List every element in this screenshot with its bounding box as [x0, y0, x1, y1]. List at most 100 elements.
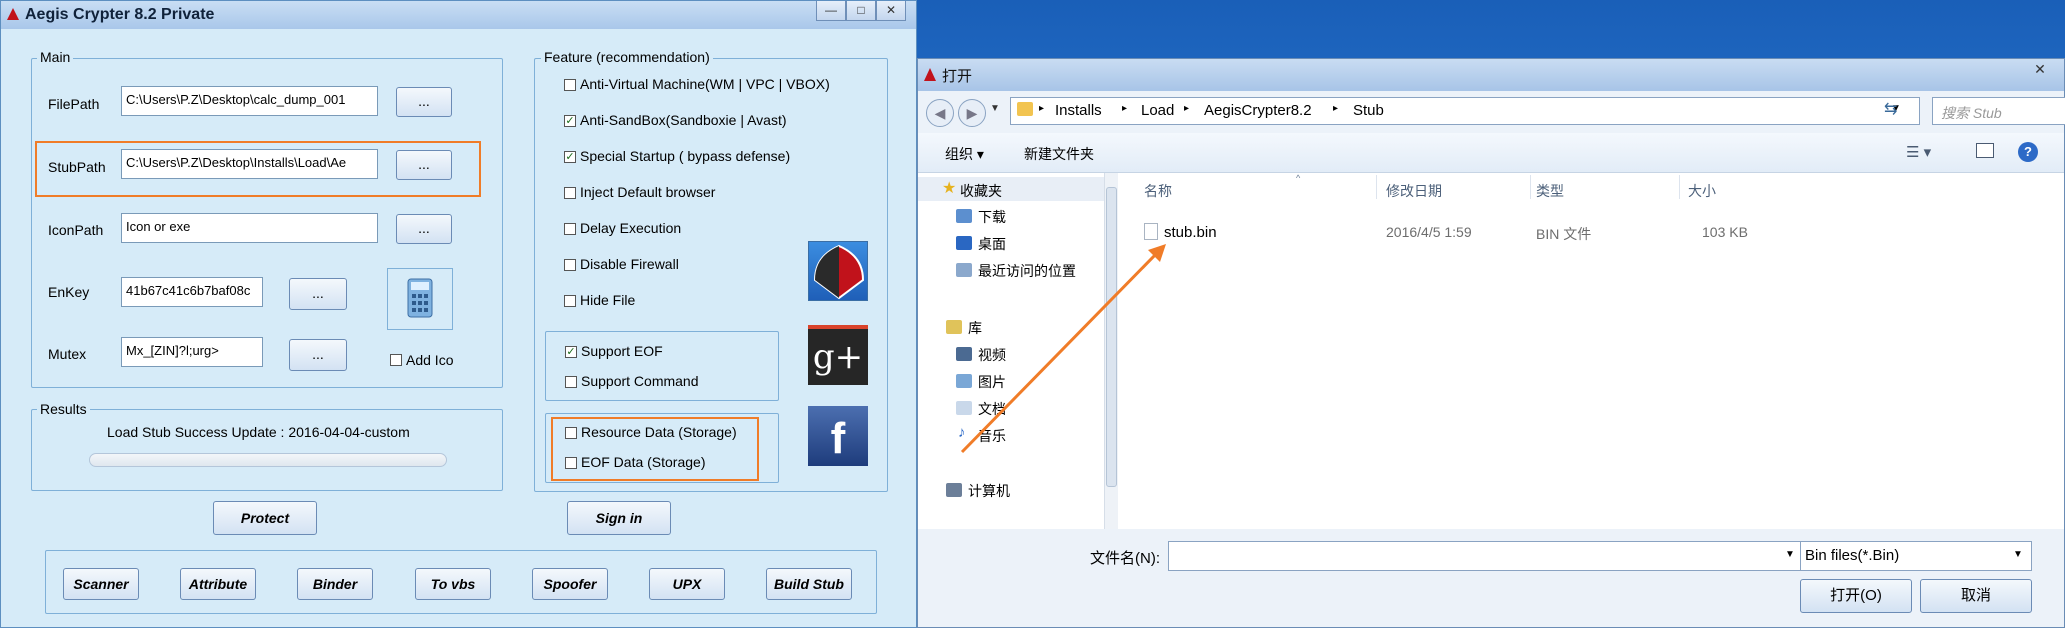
feature-label-anti-sandbox: Anti-SandBox(Sandboxie | Avast)	[580, 112, 787, 128]
to-vbs-button[interactable]: To vbs	[415, 568, 491, 600]
support-eof-checkbox[interactable]: ✓	[565, 346, 577, 358]
preview-pane-icon[interactable]	[1976, 143, 1994, 158]
stubpath-browse-button[interactable]: ...	[396, 150, 452, 180]
breadcrumb-installs[interactable]: Installs	[1055, 102, 1102, 119]
feature-checkbox-anti-sandbox[interactable]: ✓	[564, 115, 576, 127]
google-plus-icon[interactable]: g+	[808, 325, 868, 385]
minimize-button[interactable]: —	[816, 1, 846, 21]
aegis-shield-logo	[808, 241, 868, 301]
cancel-button[interactable]: 取消	[1920, 579, 2032, 613]
file-row-date: 2016/4/5 1:59	[1386, 224, 1472, 240]
support-command-checkbox[interactable]	[565, 376, 577, 388]
help-icon[interactable]: ?	[2018, 142, 2038, 162]
enkey-generate-button[interactable]: ...	[289, 278, 347, 310]
feature-checkbox-delay-execution[interactable]	[564, 223, 576, 235]
filepath-input[interactable]: C:\Users\P.Z\Desktop\calc_dump_001	[121, 86, 378, 116]
dialog-footer: 文件名(N): ▼ Bin files(*.Bin) ▼ 打开(O) 取消	[918, 529, 2064, 627]
computer-icon	[946, 483, 962, 497]
breadcrumb-separator-icon: ▸	[1039, 103, 1045, 114]
attribute-button[interactable]: Attribute	[180, 568, 256, 600]
main-group-label: Main	[37, 49, 74, 65]
stubpath-input[interactable]: C:\Users\P.Z\Desktop\Installs\Load\Ae	[121, 149, 378, 179]
eof-data-checkbox[interactable]	[565, 457, 577, 469]
breadcrumb-separator-icon: ▸	[1122, 103, 1128, 114]
feature-label-inject-browser: Inject Default browser	[580, 184, 716, 200]
results-status-text: Load Stub Success Update : 2016-04-04-cu…	[107, 424, 410, 440]
close-button[interactable]: ✕	[876, 1, 906, 21]
dialog-toolbar: 组织 ▾ 新建文件夹 ☰ ▾ ?	[918, 133, 2064, 173]
file-type-dropdown-icon[interactable]: ▼	[2013, 549, 2023, 560]
back-arrow-icon[interactable]: ◀	[926, 99, 954, 127]
filename-dropdown-icon[interactable]: ▼	[1785, 549, 1795, 560]
file-row-size: 103 KB	[1702, 224, 1748, 240]
resource-data-checkbox[interactable]	[565, 427, 577, 439]
iconpath-label: IconPath	[48, 222, 104, 238]
eof-support-box	[545, 331, 779, 401]
feature-checkbox-special-startup[interactable]: ✓	[564, 151, 576, 163]
upx-button[interactable]: UPX	[649, 568, 725, 600]
aegis-logo-icon	[924, 68, 936, 81]
results-progress-bar	[89, 453, 447, 467]
aegis-window: Aegis Crypter 8.2 Private — □ ✕ Main Fil…	[0, 0, 917, 628]
nav-downloads[interactable]: 下载	[978, 207, 1006, 227]
feature-checkbox-inject-browser[interactable]	[564, 187, 576, 199]
feature-checkbox-hide-file[interactable]	[564, 295, 576, 307]
organize-button[interactable]: 组织 ▾	[945, 144, 984, 164]
column-date[interactable]: 修改日期	[1386, 181, 1442, 201]
folder-icon	[1017, 102, 1033, 116]
calculator-icon	[407, 278, 433, 318]
iconpath-browse-button[interactable]: ...	[396, 214, 452, 244]
search-input[interactable]: 搜索 Stub ⚲	[1932, 97, 2065, 125]
address-bar[interactable]: ▸ Installs ▸ Load ▸ AegisCrypter8.2 ▸ St…	[1010, 97, 1920, 125]
build-stub-button[interactable]: Build Stub	[766, 568, 852, 600]
history-dropdown-icon[interactable]: ▼	[990, 103, 1000, 114]
enkey-label: EnKey	[48, 284, 90, 300]
file-type-select[interactable]: Bin files(*.Bin) ▼	[1800, 541, 2032, 571]
column-divider	[1376, 175, 1377, 199]
sign-in-button[interactable]: Sign in	[567, 501, 671, 535]
calculator-button[interactable]	[387, 268, 453, 330]
binder-button[interactable]: Binder	[297, 568, 373, 600]
column-divider	[1679, 175, 1680, 199]
dialog-title: 打开	[942, 68, 973, 85]
feature-checkbox-disable-firewall[interactable]	[564, 259, 576, 271]
filename-label: 文件名(N):	[1090, 550, 1160, 567]
protect-button[interactable]: Protect	[213, 501, 317, 535]
breadcrumb-load[interactable]: Load	[1141, 102, 1174, 119]
open-button[interactable]: 打开(O)	[1800, 579, 1912, 613]
breadcrumb-stub[interactable]: Stub	[1353, 102, 1384, 119]
breadcrumb-separator-icon: ▸	[1184, 103, 1190, 114]
results-group-label: Results	[37, 401, 90, 417]
nav-favorites[interactable]: 收藏夹	[960, 181, 1002, 201]
breadcrumb-aegiscrypter[interactable]: AegisCrypter8.2	[1204, 102, 1312, 119]
facebook-icon[interactable]: f	[808, 406, 868, 466]
iconpath-input[interactable]: Icon or exe	[121, 213, 378, 243]
title-bar: Aegis Crypter 8.2 Private — □ ✕	[1, 1, 916, 29]
spoofer-button[interactable]: Spoofer	[532, 568, 608, 600]
column-name[interactable]: 名称	[1144, 181, 1172, 201]
add-ico-checkbox[interactable]	[390, 354, 402, 366]
enkey-input[interactable]: 41b67c41c6b7baf08c	[121, 277, 263, 307]
maximize-button[interactable]: □	[846, 1, 876, 21]
feature-label-special-startup: Special Startup ( bypass defense)	[580, 148, 791, 164]
star-icon: ★	[942, 180, 957, 197]
annotation-arrow	[960, 244, 1166, 454]
dialog-close-button[interactable]: ✕	[2020, 61, 2060, 83]
feature-label-delay-execution: Delay Execution	[580, 220, 682, 236]
filepath-browse-button[interactable]: ...	[396, 87, 452, 117]
scanner-button[interactable]: Scanner	[63, 568, 139, 600]
downloads-icon	[956, 209, 972, 223]
column-size[interactable]: 大小	[1688, 181, 1716, 201]
refresh-icon[interactable]: ⇆	[1884, 99, 1897, 119]
window-title: Aegis Crypter 8.2 Private	[25, 6, 215, 23]
new-folder-button[interactable]: 新建文件夹	[1024, 144, 1094, 164]
results-group	[31, 409, 503, 491]
column-type[interactable]: 类型	[1536, 181, 1564, 201]
mutex-generate-button[interactable]: ...	[289, 339, 347, 371]
filename-input[interactable]: ▼	[1168, 541, 1808, 571]
feature-checkbox-anti-vm[interactable]	[564, 79, 576, 91]
view-options-icon[interactable]: ☰ ▾	[1906, 143, 1931, 161]
mutex-input[interactable]: Mx_[ZIN]?l;urg>	[121, 337, 263, 367]
nav-computer[interactable]: 计算机	[968, 481, 1010, 501]
forward-arrow-icon[interactable]: ▶	[958, 99, 986, 127]
